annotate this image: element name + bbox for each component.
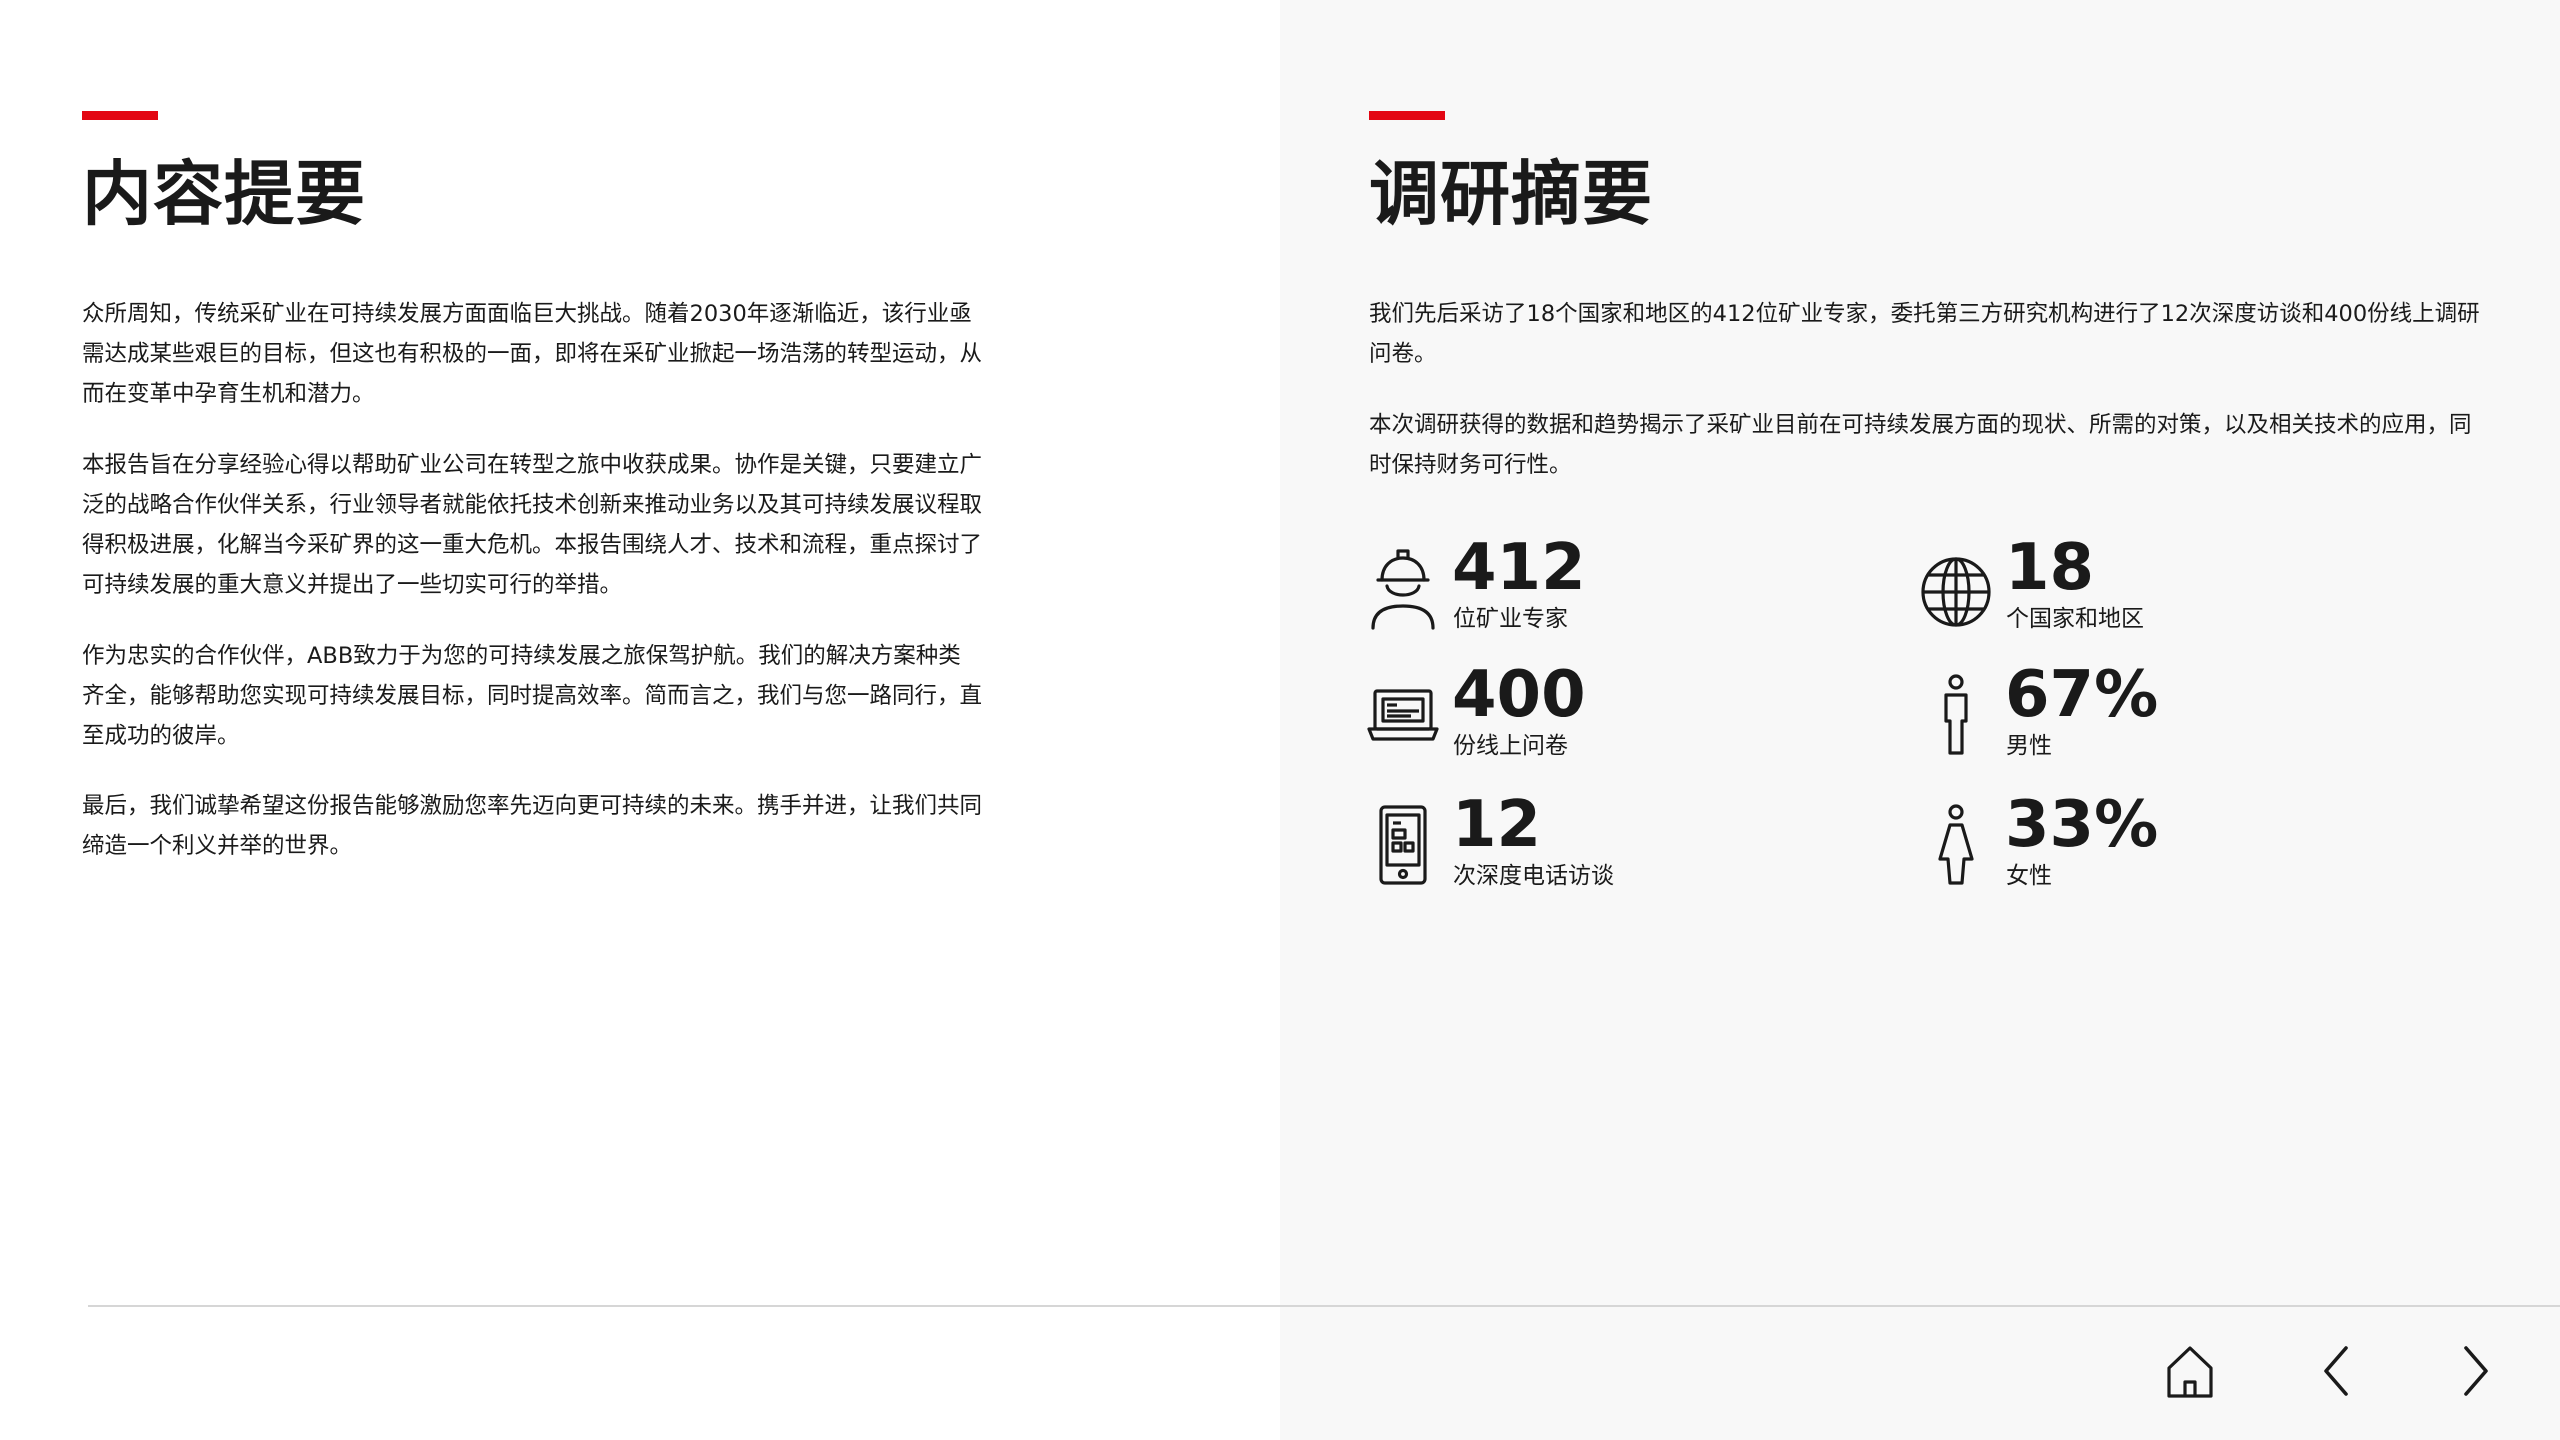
hardhat-worker-icon bbox=[1367, 542, 1439, 630]
male-figure-icon bbox=[1920, 669, 1992, 757]
summary-paragraph-3: 作为忠实的合作伙伴，ABB致力于为您的可持续发展之旅保驾护航。我们的解决方案种类… bbox=[82, 643, 983, 749]
mobile-phone-icon bbox=[1367, 799, 1439, 887]
globe-icon bbox=[1920, 542, 1992, 630]
survey-accent-bar bbox=[1369, 111, 1445, 120]
stat-countries-label: 个国家和地区 bbox=[2006, 606, 2144, 632]
stat-questionnaires-value: 400 bbox=[1452, 658, 1586, 732]
stat-countries-value: 18 bbox=[2005, 531, 2095, 605]
stat-experts-label: 位矿业专家 bbox=[1453, 606, 1568, 632]
stat-interviews-value: 12 bbox=[1452, 788, 1542, 862]
stat-female-label: 女性 bbox=[2006, 863, 2052, 889]
survey-paragraph-2: 本次调研获得的数据和趋势揭示了采矿业目前在可持续发展方面的现状、所需的对策，以及… bbox=[1369, 412, 2472, 478]
stat-male-value: 67% bbox=[2005, 658, 2159, 732]
stat-experts-value: 412 bbox=[1452, 531, 1586, 605]
chevron-right-icon bbox=[2464, 1346, 2488, 1396]
home-icon bbox=[2167, 1346, 2213, 1398]
summary-paragraph-2: 本报告旨在分享经验心得以帮助矿业公司在转型之旅中收获成果。协作是关键，只要建立广… bbox=[82, 452, 983, 598]
stat-questionnaires-label: 份线上问卷 bbox=[1453, 733, 1568, 759]
summary-paragraph-4: 最后，我们诚挚希望这份报告能够激励您率先迈向更可持续的未来。携手并进，让我们共同… bbox=[82, 793, 983, 859]
summary-accent-bar bbox=[82, 111, 158, 120]
footer-divider bbox=[88, 1305, 2560, 1307]
home-button[interactable] bbox=[2155, 1336, 2225, 1406]
female-figure-icon bbox=[1920, 799, 1992, 887]
survey-title: 调研摘要 bbox=[1369, 153, 1653, 235]
stat-interviews-label: 次深度电话访谈 bbox=[1453, 863, 1614, 889]
laptop-icon bbox=[1367, 669, 1439, 757]
summary-title: 内容提要 bbox=[82, 153, 366, 235]
chevron-left-icon bbox=[2324, 1346, 2348, 1396]
previous-page-button[interactable] bbox=[2302, 1336, 2372, 1406]
next-page-button[interactable] bbox=[2440, 1336, 2510, 1406]
summary-paragraph-1: 众所周知，传统采矿业在可持续发展方面面临巨大挑战。随着2030年逐渐临近，该行业… bbox=[82, 301, 983, 407]
stat-male-label: 男性 bbox=[2006, 733, 2052, 759]
stat-female-value: 33% bbox=[2005, 788, 2159, 862]
survey-paragraph-1: 我们先后采访了18个国家和地区的412位矿业专家，委托第三方研究机构进行了12次… bbox=[1369, 301, 2480, 367]
